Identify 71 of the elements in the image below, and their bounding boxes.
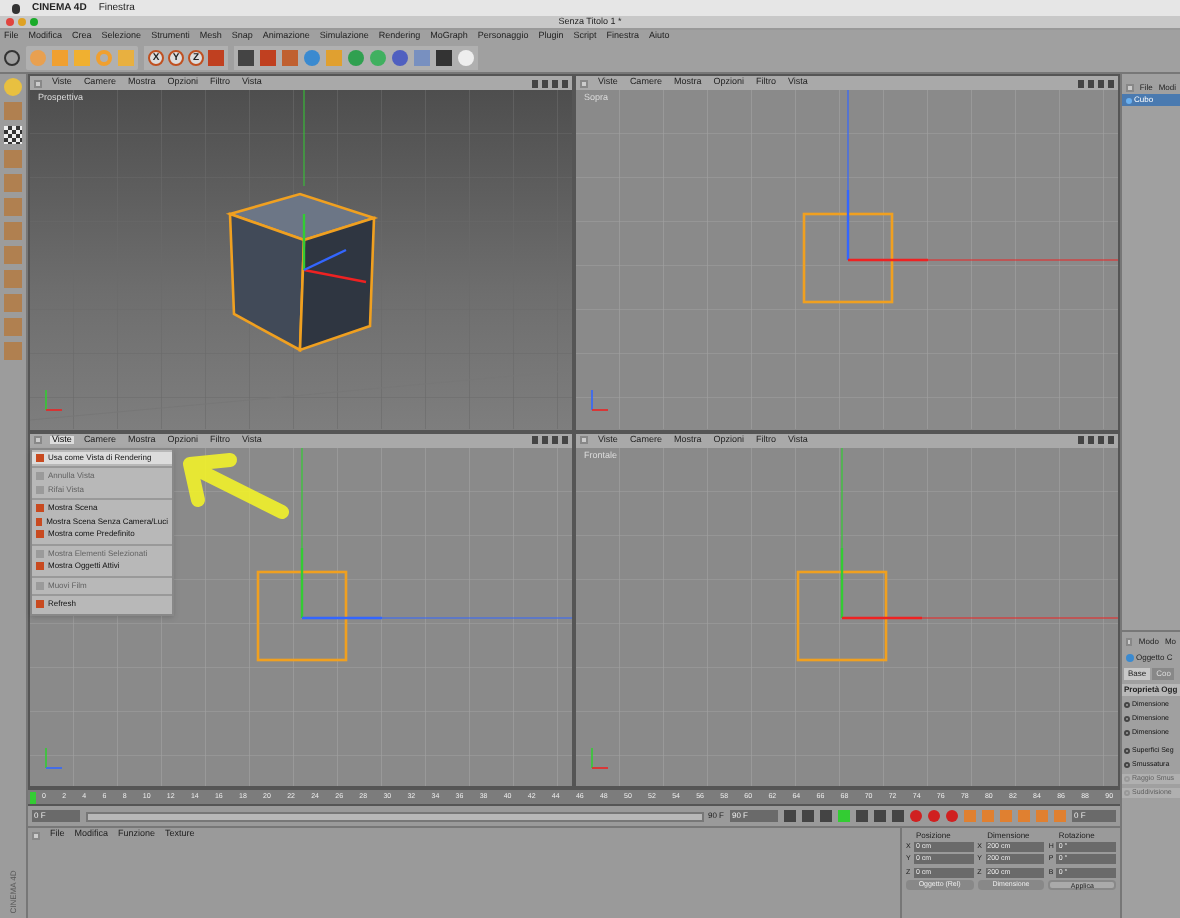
pointer-icon[interactable] [30,50,46,66]
vertical-axis-line [301,447,303,548]
floor-icon[interactable] [414,50,430,66]
world-axis-icon [45,746,63,768]
navigation-icons[interactable] [532,79,568,87]
bulb-icon[interactable] [4,78,22,96]
axis-gizmo-drawing [846,190,928,262]
cube-outline-drawing [256,569,348,661]
panel-toggle-icon[interactable] [1126,83,1134,91]
vertical-axis-line [847,90,849,191]
world-axis-icon [591,389,609,411]
apple-icon[interactable] [12,3,20,13]
axis-gizmo-drawing [840,547,922,619]
nurbs-icon[interactable] [348,50,364,66]
step-forward-icon[interactable] [856,810,868,822]
panel-toggle-icon[interactable] [34,79,42,87]
light-icon[interactable] [458,50,474,66]
panel-toggle-icon[interactable] [32,831,40,839]
magnet-icon[interactable] [4,294,22,312]
menu-item-icon [36,453,44,462]
step-back-icon[interactable] [820,810,832,822]
axis-gizmo-drawing [302,214,367,284]
menu-item-icon [36,600,44,609]
coordinate-system-icon[interactable] [208,50,224,66]
cube-object-icon [1126,97,1132,103]
rotate-icon[interactable] [96,50,112,66]
panel-toggle-icon[interactable] [34,436,42,444]
panel-toggle-icon[interactable] [580,79,588,87]
world-axis-icon [591,746,609,768]
render-view-icon[interactable] [238,50,254,66]
skip-start-icon[interactable] [784,810,796,822]
minimize-icon[interactable] [18,18,26,26]
grid-icon[interactable] [4,270,22,288]
grid-key-icon[interactable] [1036,810,1048,822]
cube-outline-drawing [802,212,894,304]
navigation-icons[interactable] [1078,436,1114,444]
y-axis-line [303,90,305,187]
camera-icon[interactable] [436,50,452,66]
spline-icon[interactable] [326,50,342,66]
vertical-axis-line [841,447,843,548]
world-axis-icon [45,389,63,411]
loop-icon[interactable] [802,810,814,822]
close-icon[interactable] [6,18,14,26]
panel-toggle-icon[interactable] [580,436,588,444]
render-icon[interactable] [260,50,276,66]
move-key-icon[interactable] [964,810,976,822]
navigation-icons[interactable] [532,436,568,444]
array-icon[interactable] [370,50,386,66]
rotate-key-icon[interactable] [1018,810,1030,822]
rotate-key-icon[interactable] [1000,810,1012,822]
skip-end-icon[interactable] [892,810,904,822]
scale-icon[interactable] [74,50,90,66]
playhead-marker[interactable] [30,792,36,804]
navigation-icons[interactable] [1078,79,1114,87]
panel-toggle-icon[interactable] [1126,638,1133,646]
move-icon[interactable] [52,50,68,66]
render-settings-icon[interactable] [282,50,298,66]
cube-icon[interactable] [4,102,22,120]
checker-icon[interactable] [4,126,22,144]
cube-outline-drawing [796,569,888,661]
loop-icon[interactable] [874,810,886,822]
axis-gizmo-drawing [300,547,382,619]
deformer-icon[interactable] [392,50,408,66]
zoom-icon[interactable] [30,18,38,26]
cube-object-icon [1126,654,1134,662]
film-icon[interactable] [1054,810,1066,822]
brush-icon[interactable] [4,246,22,264]
plus-icon[interactable] [118,50,134,66]
scale-key-icon[interactable] [982,810,994,822]
play-icon[interactable] [838,810,850,822]
undo-icon[interactable] [4,50,20,66]
